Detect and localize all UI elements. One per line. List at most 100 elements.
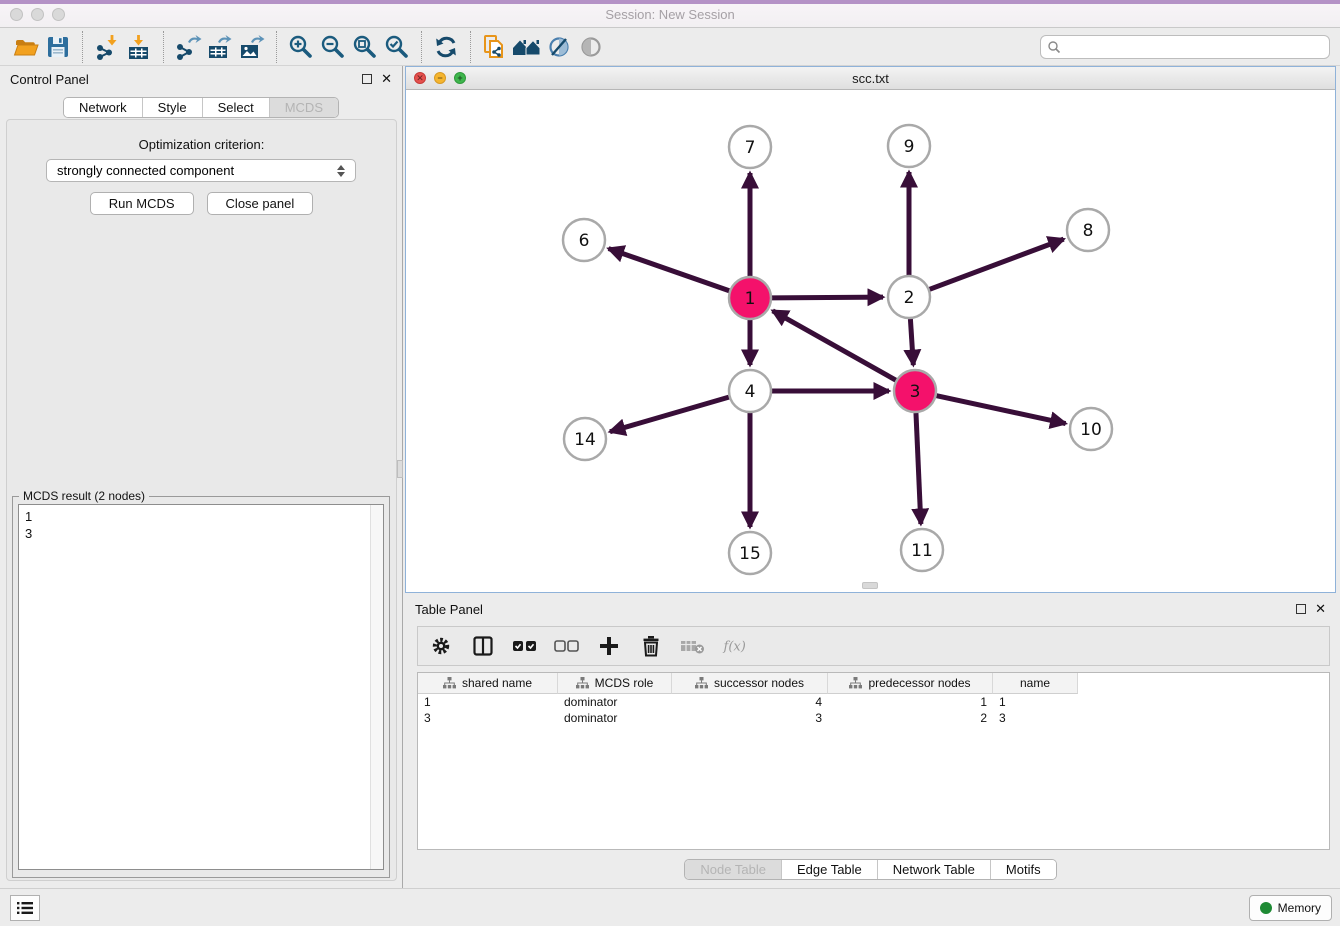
toolbar-separator <box>82 31 83 63</box>
column-header-successor-nodes[interactable]: successor nodes <box>672 673 828 694</box>
column-header-predecessor-nodes[interactable]: predecessor nodes <box>828 673 993 694</box>
memory-label: Memory <box>1278 901 1321 915</box>
table-row[interactable]: 1dominator411 <box>418 694 1329 710</box>
mac-titlebar: Session: New Session <box>0 0 1340 28</box>
export-network-icon[interactable] <box>172 31 204 63</box>
edge-1-2[interactable] <box>772 297 883 298</box>
table-cell[interactable]: 1 <box>828 694 993 710</box>
window-title: Session: New Session <box>0 7 1340 22</box>
application-window: Session: New Session <box>0 0 1340 926</box>
eye-icon[interactable] <box>575 31 607 63</box>
criterion-select[interactable]: strongly connected component <box>46 159 356 182</box>
close-panel-icon[interactable]: ✕ <box>381 74 392 84</box>
vertical-splitter-handle[interactable] <box>397 460 403 478</box>
columns-icon[interactable] <box>470 633 496 659</box>
table-cell[interactable]: 3 <box>993 710 1078 726</box>
tab-edge-table[interactable]: Edge Table <box>781 860 877 879</box>
eye-slash-icon[interactable] <box>543 31 575 63</box>
save-icon[interactable] <box>42 31 74 63</box>
select-all-icon[interactable] <box>512 633 538 659</box>
node-table[interactable]: shared name MCDS role successor nodes pr… <box>417 672 1330 850</box>
control-panel-tabbar: Network Style Select MCDS <box>63 97 339 118</box>
tab-mcds[interactable]: MCDS <box>269 98 338 117</box>
documents-share-icon[interactable] <box>479 31 511 63</box>
float-panel-icon[interactable] <box>362 74 372 84</box>
tab-network-table[interactable]: Network Table <box>877 860 990 879</box>
result-scrollbar[interactable] <box>370 505 383 869</box>
table-row[interactable]: 3dominator323 <box>418 710 1329 726</box>
run-mcds-button[interactable]: Run MCDS <box>90 192 194 215</box>
control-panel: Control Panel ✕ Network Style Select MCD… <box>0 66 403 888</box>
edge-2-8[interactable] <box>930 239 1064 289</box>
deselect-all-icon[interactable] <box>554 633 580 659</box>
node-label-11: 11 <box>911 541 933 561</box>
network-frame-titlebar[interactable]: ✕ − + scc.txt <box>406 67 1335 90</box>
network-canvas[interactable]: 7968124314101511 <box>406 90 1335 592</box>
edge-4-14[interactable] <box>610 397 729 432</box>
search-field[interactable] <box>1040 35 1330 59</box>
tab-motifs[interactable]: Motifs <box>990 860 1056 879</box>
table-cell[interactable]: dominator <box>558 694 672 710</box>
edge-1-6[interactable] <box>609 249 730 291</box>
node-label-2: 2 <box>904 288 915 308</box>
node-label-7: 7 <box>745 138 756 158</box>
tab-network[interactable]: Network <box>64 98 142 117</box>
export-table-icon[interactable] <box>204 31 236 63</box>
criterion-value: strongly connected component <box>57 163 234 178</box>
table-cell[interactable]: 3 <box>418 710 558 726</box>
column-header-name[interactable]: name <box>993 673 1078 694</box>
memory-button[interactable]: Memory <box>1249 895 1332 921</box>
network-graph[interactable]: 7968124314101511 <box>406 90 1335 592</box>
svg-text:f(x): f(x) <box>723 640 746 655</box>
status-bar: Memory <box>0 888 1340 926</box>
table-cell[interactable]: 2 <box>828 710 993 726</box>
table-cell[interactable]: 1 <box>993 694 1078 710</box>
column-header-shared-name[interactable]: shared name <box>418 673 558 694</box>
control-panel-title: Control Panel <box>10 72 89 87</box>
trash-icon[interactable] <box>638 633 664 659</box>
refresh-icon[interactable] <box>430 31 462 63</box>
network-frame-title: scc.txt <box>406 71 1335 86</box>
tab-style[interactable]: Style <box>142 98 202 117</box>
zoom-selected-icon[interactable] <box>381 31 413 63</box>
hierarchy-icon <box>849 677 862 689</box>
search-input[interactable] <box>1061 40 1323 54</box>
table-cell[interactable]: 3 <box>672 710 828 726</box>
folder-open-icon[interactable] <box>10 31 42 63</box>
export-image-icon[interactable] <box>236 31 268 63</box>
zoom-in-icon[interactable] <box>285 31 317 63</box>
import-table-icon[interactable] <box>123 31 155 63</box>
table-panel: Table Panel ✕ <box>405 596 1336 888</box>
houses-icon[interactable] <box>511 31 543 63</box>
edge-3-11[interactable] <box>916 413 921 524</box>
edge-3-1[interactable] <box>773 311 896 380</box>
tab-node-table[interactable]: Node Table <box>685 860 781 879</box>
column-header-mcds-role[interactable]: MCDS role <box>558 673 672 694</box>
canvas-hscroll-thumb[interactable] <box>862 582 878 589</box>
table-cell[interactable]: 1 <box>418 694 558 710</box>
mcds-result-title: MCDS result (2 nodes) <box>19 489 149 503</box>
table-cell[interactable]: dominator <box>558 710 672 726</box>
mcds-result-list[interactable]: 13 <box>18 504 384 870</box>
table-body: 1dominator4113dominator323 <box>418 694 1329 726</box>
task-list-button[interactable] <box>10 895 40 921</box>
table-toolbar: f(x) <box>417 626 1330 666</box>
close-panel-icon[interactable]: ✕ <box>1315 604 1326 614</box>
close-panel-button[interactable]: Close panel <box>207 192 314 215</box>
list-icon <box>16 901 34 915</box>
node-label-1: 1 <box>745 289 756 309</box>
node-label-14: 14 <box>574 430 596 450</box>
tab-select[interactable]: Select <box>202 98 269 117</box>
float-panel-icon[interactable] <box>1296 604 1306 614</box>
zoom-out-icon[interactable] <box>317 31 349 63</box>
node-label-9: 9 <box>904 137 915 157</box>
table-cell[interactable]: 4 <box>672 694 828 710</box>
edge-3-10[interactable] <box>937 396 1066 424</box>
hierarchy-icon <box>443 677 456 689</box>
plus-icon[interactable] <box>596 633 622 659</box>
zoom-fit-icon[interactable] <box>349 31 381 63</box>
edge-2-3[interactable] <box>910 319 913 365</box>
gear-icon[interactable] <box>428 633 454 659</box>
select-stepper-icon <box>337 165 345 177</box>
import-network-icon[interactable] <box>91 31 123 63</box>
